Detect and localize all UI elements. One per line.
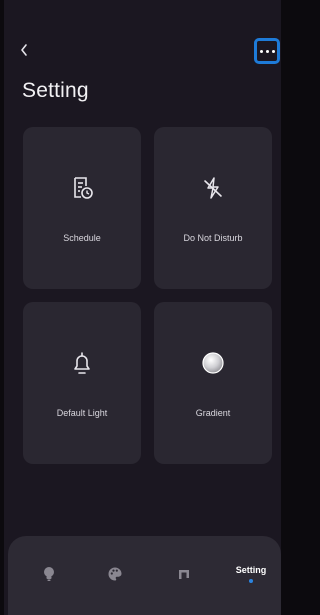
tab-light[interactable] [29, 562, 69, 586]
tab-palette[interactable] [95, 562, 135, 586]
icon-container [23, 175, 141, 201]
gradient-card[interactable]: Gradient [154, 302, 272, 464]
settings-screen: Setting Schedule Do Not Disturb Default … [4, 0, 281, 615]
bulb-icon [44, 567, 54, 581]
bell-icon [74, 352, 90, 374]
more-dots-icon [259, 49, 263, 53]
schedule-card[interactable]: Schedule [23, 127, 141, 289]
more-dot [271, 49, 275, 53]
more-options-button[interactable] [254, 38, 280, 64]
do-not-disturb-label: Do Not Disturb [183, 233, 243, 243]
schedule-clock-icon [74, 177, 93, 199]
icon-container [154, 350, 272, 376]
icon-container [23, 350, 141, 376]
flash-off-icon [204, 177, 222, 199]
more-dot [265, 49, 269, 53]
bottom-tab-bar: Setting [8, 536, 281, 615]
tab-music[interactable] [164, 562, 204, 586]
schedule-label: Schedule [63, 233, 101, 243]
active-tab-indicator [249, 579, 253, 583]
tab-setting[interactable]: Setting [231, 562, 271, 586]
do-not-disturb-card[interactable]: Do Not Disturb [154, 127, 272, 289]
page-title: Setting [22, 79, 89, 102]
palette-icon [108, 567, 122, 581]
gradient-circle-icon [202, 352, 224, 374]
chevron-left-icon [21, 44, 27, 56]
default-light-card[interactable]: Default Light [23, 302, 141, 464]
default-light-label: Default Light [56, 408, 108, 418]
music-icon [179, 570, 189, 579]
tab-setting-label: Setting [235, 565, 267, 575]
back-button[interactable] [14, 40, 34, 60]
gradient-label: Gradient [195, 408, 231, 418]
icon-container [154, 175, 272, 201]
